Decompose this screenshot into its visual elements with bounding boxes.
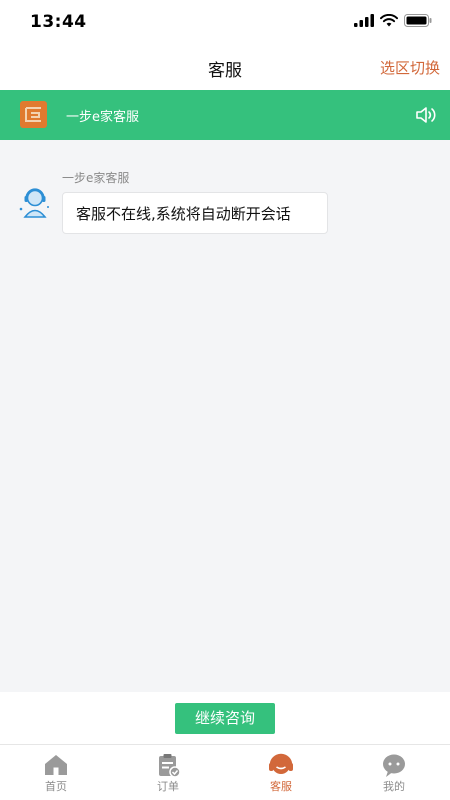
- status-bar: 13:44: [0, 0, 450, 44]
- tab-label: 订单: [157, 780, 179, 793]
- customer-service-icon: [269, 753, 293, 774]
- tab-bar: 首页 订单 客服 我的: [0, 744, 450, 800]
- tab-label: 客服: [270, 780, 292, 793]
- status-icons: [354, 14, 432, 27]
- cellular-signal-icon: [354, 14, 374, 27]
- tab-profile[interactable]: 我的: [338, 745, 450, 800]
- tab-customer-service[interactable]: 客服: [225, 745, 337, 800]
- brand-logo-icon: [20, 101, 47, 128]
- notice-text: 一步e家客服: [66, 110, 139, 125]
- switch-region-button[interactable]: 选区切换: [380, 57, 440, 78]
- bottom-action-panel: 继续咨询: [0, 692, 450, 744]
- status-time: 13:44: [30, 12, 87, 32]
- order-icon: [159, 754, 181, 778]
- nav-bar: 客服 选区切换: [0, 44, 450, 90]
- tab-orders[interactable]: 订单: [112, 745, 224, 800]
- chat-area[interactable]: 一步e家客服 客服不在线,系统将自动断开会话: [0, 140, 450, 692]
- message-sender-name: 一步e家客服: [62, 171, 130, 185]
- tab-home[interactable]: 首页: [0, 745, 112, 800]
- service-notice-bar: 一步e家客服: [0, 90, 450, 140]
- profile-icon: [383, 754, 405, 777]
- home-icon: [45, 755, 67, 775]
- battery-icon: [404, 14, 432, 27]
- continue-consult-button[interactable]: 继续咨询: [175, 703, 275, 734]
- wifi-icon: [380, 14, 398, 27]
- agent-avatar-icon: [19, 188, 49, 218]
- speaker-icon[interactable]: [414, 104, 438, 126]
- tab-label: 我的: [383, 780, 405, 793]
- tab-label: 首页: [45, 780, 67, 793]
- message-bubble: 客服不在线,系统将自动断开会话: [62, 192, 328, 234]
